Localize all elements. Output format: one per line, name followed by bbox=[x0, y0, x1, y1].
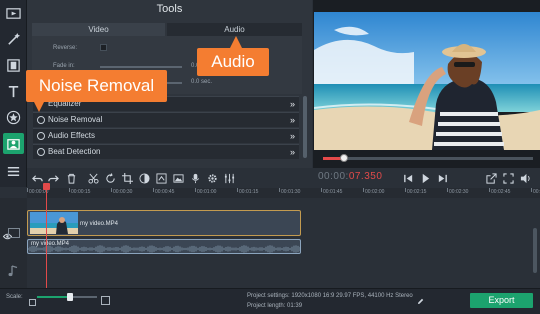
audio-clip-label: my video.MP4 bbox=[31, 241, 70, 247]
audio-tools-icon[interactable] bbox=[3, 133, 24, 154]
video-clip[interactable]: my video.MP4 bbox=[27, 210, 301, 236]
export-frame-icon[interactable] bbox=[484, 171, 498, 185]
video-track-icon bbox=[8, 225, 20, 243]
chevron-right-icon: » bbox=[289, 147, 295, 157]
ruler-tick-label: 00:01:00 bbox=[197, 189, 217, 195]
timeline-tracks: my video.MP4 my video.MP4 bbox=[0, 198, 540, 288]
chevron-right-icon: » bbox=[289, 115, 295, 125]
microphone-icon[interactable] bbox=[188, 171, 202, 185]
stickers-icon[interactable] bbox=[3, 107, 24, 128]
ruler-tick-label: 00:00:45 bbox=[155, 189, 175, 195]
ruler-tick-label: 00:02:00 bbox=[365, 189, 385, 195]
scissors-icon[interactable] bbox=[86, 171, 100, 185]
project-length: Project length: 01:39 bbox=[247, 303, 303, 309]
scale-slider-knob[interactable] bbox=[67, 293, 73, 301]
effect-label: Noise Removal bbox=[48, 115, 103, 124]
scale-label: Scale: bbox=[6, 294, 23, 300]
preview-frame[interactable] bbox=[314, 12, 540, 150]
ruler-tick-label: 00:02:15 bbox=[407, 189, 427, 195]
zoom-out-icon[interactable] bbox=[29, 293, 36, 311]
clip-properties-icon[interactable] bbox=[154, 171, 168, 185]
tools-title: Tools bbox=[156, 3, 183, 15]
scale-slider-fill bbox=[37, 296, 70, 298]
effect-noise-removal[interactable]: Noise Removal » bbox=[33, 112, 299, 127]
volume-icon[interactable] bbox=[518, 171, 532, 185]
undo-icon[interactable] bbox=[30, 171, 44, 185]
timeline-toolbar: 00:00:07.350 bbox=[27, 168, 540, 188]
import-media-icon[interactable] bbox=[3, 3, 24, 24]
tab-video[interactable]: Video bbox=[32, 23, 165, 36]
status-bar: Scale: Project settings: 1920x1080 16:9 … bbox=[0, 288, 540, 314]
fade-out-value[interactable]: 0.0 sec. bbox=[191, 79, 212, 85]
zoom-in-icon[interactable] bbox=[101, 292, 110, 310]
left-toolbar bbox=[0, 0, 27, 187]
ruler-tick-label: 00:03:00 bbox=[533, 189, 540, 195]
ruler-tick-label: 00:01:45 bbox=[323, 189, 343, 195]
video-clip-label: my video.MP4 bbox=[80, 221, 119, 227]
menu-icon[interactable] bbox=[3, 161, 24, 182]
callout-audio: Audio bbox=[197, 48, 269, 76]
chevron-right-icon: » bbox=[289, 131, 295, 141]
skip-forward-icon[interactable] bbox=[435, 171, 449, 185]
scale-slider[interactable] bbox=[37, 293, 97, 301]
fade-in-slider[interactable] bbox=[100, 66, 182, 68]
ruler-tick-label: 00:01:30 bbox=[281, 189, 301, 195]
effect-audio-effects[interactable]: Audio Effects » bbox=[33, 128, 299, 143]
callout-arrow bbox=[34, 102, 44, 112]
project-settings: Project settings: 1920x1080 16:9 29.97 F… bbox=[247, 293, 413, 299]
effect-label: Audio Effects bbox=[48, 131, 95, 140]
timecode-prefix: 00:00: bbox=[318, 171, 349, 182]
pencil-icon[interactable] bbox=[417, 292, 424, 310]
ruler-tick-label: 00:02:45 bbox=[491, 189, 511, 195]
titles-icon[interactable] bbox=[3, 81, 24, 102]
video-clip-thumbnail bbox=[30, 212, 78, 234]
effect-beat-detection[interactable]: Beat Detection » bbox=[33, 144, 299, 159]
effect-label: Beat Detection bbox=[48, 147, 101, 156]
rotate-icon[interactable] bbox=[103, 171, 117, 185]
ruler-tick-label: 00:00:15 bbox=[71, 189, 91, 195]
reverse-checkbox[interactable] bbox=[100, 44, 107, 51]
timecode-value: 07.350 bbox=[348, 171, 383, 182]
ruler-tick-label: 00:02:30 bbox=[449, 189, 469, 195]
chevron-right-icon: » bbox=[289, 99, 295, 109]
track-controls bbox=[0, 198, 27, 288]
delete-icon[interactable] bbox=[64, 171, 78, 185]
audio-clip[interactable]: my video.MP4 bbox=[27, 239, 301, 254]
gear-icon[interactable] bbox=[205, 171, 219, 185]
equalizer-icon[interactable] bbox=[222, 171, 236, 185]
image-icon[interactable] bbox=[171, 171, 185, 185]
fade-in-label: Fade in: bbox=[53, 63, 75, 69]
reverse-label: Reverse: bbox=[53, 45, 78, 51]
crop-icon[interactable] bbox=[120, 171, 134, 185]
play-icon[interactable] bbox=[418, 171, 432, 185]
fullscreen-icon[interactable] bbox=[501, 171, 515, 185]
radio-icon bbox=[37, 116, 45, 124]
filmstrip-icon[interactable] bbox=[3, 55, 24, 76]
callout-noise-removal: Noise Removal bbox=[26, 70, 167, 102]
timeline-ruler[interactable]: 00:00:00 00:00:15 00:00:30 00:00:45 00:01:00… bbox=[27, 188, 540, 198]
ruler-tick-label: 00:01:15 bbox=[239, 189, 259, 195]
callout-arrow bbox=[230, 36, 242, 48]
export-button[interactable]: Export bbox=[470, 293, 533, 308]
music-track-icon bbox=[8, 264, 18, 282]
radio-icon bbox=[37, 132, 45, 140]
skip-back-icon[interactable] bbox=[401, 171, 415, 185]
tab-audio[interactable]: Audio bbox=[167, 23, 302, 36]
preview-scrubber[interactable] bbox=[323, 154, 533, 162]
timeline-scrollbar[interactable] bbox=[533, 228, 537, 273]
video-preview bbox=[313, 0, 540, 168]
timecode: 00:00:07.350 bbox=[318, 171, 382, 182]
playhead[interactable] bbox=[46, 186, 47, 289]
magic-wand-icon[interactable] bbox=[3, 29, 24, 50]
radio-icon bbox=[37, 148, 45, 156]
ruler-tick-label: 00:00:30 bbox=[113, 189, 133, 195]
preview-scrubber-knob[interactable] bbox=[340, 154, 348, 162]
color-adjust-icon[interactable] bbox=[137, 171, 151, 185]
panel-scrollbar[interactable] bbox=[303, 96, 307, 158]
